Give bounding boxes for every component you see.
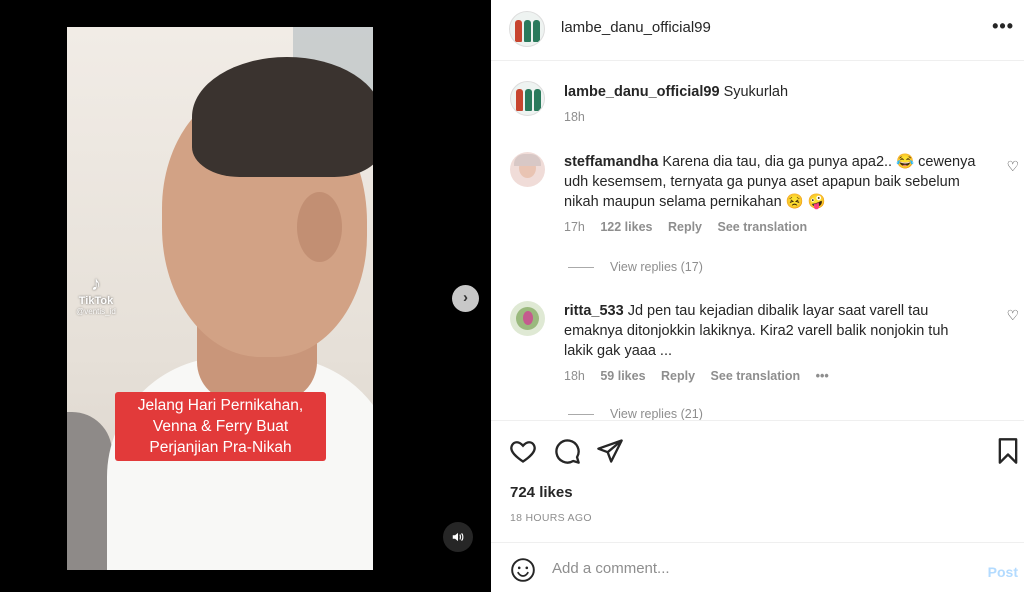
view-replies-label: View replies (21) [610, 407, 703, 420]
comment-age: 18h [564, 369, 585, 383]
next-media-button[interactable]: › [452, 285, 479, 312]
post-header: lambe_danu_official99 ••• [491, 0, 1024, 61]
comment-more-options-icon[interactable]: ••• [816, 369, 829, 383]
chevron-right-icon: › [463, 289, 468, 306]
heart-icon[interactable] [509, 437, 537, 465]
media-pane: ♪ TikTok @ventis_id Jelang Hari Pernikah… [0, 0, 491, 592]
comment-likes[interactable]: 122 likes [600, 220, 652, 234]
view-replies-line [568, 414, 594, 416]
comment-meta: 17h 122 likes Reply See translation [564, 220, 819, 234]
video-player[interactable]: ♪ TikTok @ventis_id Jelang Hari Pernikah… [67, 27, 373, 570]
tiktok-watermark: ♪ TikTok @ventis_id [71, 273, 121, 316]
comment-icon[interactable] [553, 437, 581, 465]
comment-meta: 18h 59 likes Reply See translation ••• [564, 369, 841, 383]
view-replies-button[interactable]: View replies (21) [568, 407, 703, 420]
comment-likes[interactable]: 59 likes [600, 369, 645, 383]
post-actions: 724 likes 18 HOURS AGO [491, 420, 1024, 542]
sound-toggle-button[interactable] [443, 522, 473, 552]
instagram-post-modal: ♪ TikTok @ventis_id Jelang Hari Pernikah… [0, 0, 1024, 592]
add-comment-bar: Post [491, 542, 1024, 592]
comment-reply-button[interactable]: Reply [661, 369, 695, 383]
avatar[interactable] [510, 301, 545, 336]
comments-list[interactable]: lambe_danu_official99 Syukurlah 18h stef… [491, 62, 1024, 420]
tiktok-watermark-label: TikTok [78, 295, 114, 307]
post-details-panel: lambe_danu_official99 ••• lambe_danu_off… [491, 0, 1024, 592]
see-translation-button[interactable]: See translation [711, 369, 801, 383]
caption-age: 18h [564, 110, 585, 124]
comment-like-heart-icon[interactable]: ♡ [1006, 158, 1019, 175]
tiktok-logo-icon: ♪ [91, 273, 101, 295]
caption-meta: 18h [564, 110, 597, 124]
video-caption-line: Venna & Ferry Buat [152, 418, 289, 435]
post-likes-count[interactable]: 724 likes [510, 484, 573, 501]
comment-username[interactable]: ritta_533 [564, 303, 624, 319]
video-caption-line: Perjanjian Pra-Nikah [149, 439, 292, 456]
video-caption-line: Jelang Hari Pernikahan, [137, 397, 304, 414]
video-caption-overlay: Jelang Hari Pernikahan, Venna & Ferry Bu… [115, 392, 326, 461]
avatar[interactable] [510, 81, 545, 116]
tiktok-watermark-handle: @ventis_id [76, 307, 116, 316]
speaker-icon [452, 532, 464, 542]
comment-like-heart-icon[interactable]: ♡ [1006, 307, 1019, 324]
more-options-icon[interactable]: ••• [992, 16, 1014, 37]
caption-text: Syukurlah [723, 84, 789, 100]
view-replies-label: View replies (17) [610, 260, 703, 274]
comment-username[interactable]: steffamandha [564, 154, 658, 170]
comment-age: 17h [564, 220, 585, 234]
video-ear [297, 192, 342, 262]
caption-username[interactable]: lambe_danu_official99 [564, 84, 720, 100]
post-comment-button[interactable]: Post [988, 564, 1018, 580]
view-replies-line [568, 267, 594, 269]
post-username[interactable]: lambe_danu_official99 [561, 19, 711, 36]
see-translation-button[interactable]: See translation [718, 220, 808, 234]
video-side-person [67, 412, 112, 570]
avatar[interactable] [509, 11, 545, 47]
bookmark-icon[interactable] [994, 437, 1022, 465]
video-hair [192, 57, 373, 177]
view-replies-button[interactable]: View replies (17) [568, 260, 703, 274]
comment-reply-button[interactable]: Reply [668, 220, 702, 234]
emoji-icon[interactable] [510, 557, 536, 583]
post-timestamp: 18 HOURS AGO [510, 512, 592, 524]
paper-plane-icon[interactable] [596, 437, 624, 465]
comment-input[interactable] [552, 555, 952, 581]
avatar[interactable] [510, 152, 545, 187]
